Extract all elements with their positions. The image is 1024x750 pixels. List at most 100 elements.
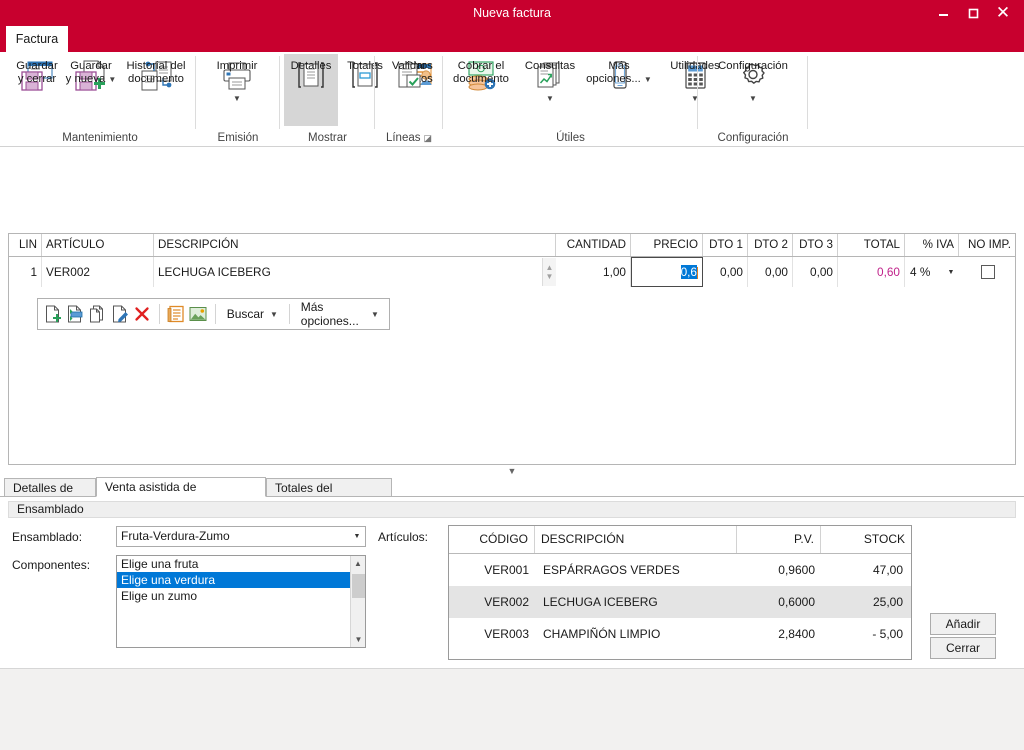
ribbon-button-detalles[interactable]: Detalles [284, 54, 338, 126]
copy-line-icon[interactable] [88, 301, 107, 327]
cell-descripcion[interactable]: LECHUGA ICEBERG [154, 257, 556, 287]
ribbon-button-consultas[interactable]: Consultas ▼ [519, 54, 581, 126]
cell-stock: 47,00 [872, 563, 903, 577]
ribbon-group-label: Configuración [717, 132, 789, 144]
chevron-up-icon[interactable]: ▲ [351, 556, 365, 571]
table-row[interactable]: VER001 ESPÁRRAGOS VERDES 0,9600 47,00 [449, 554, 911, 586]
chevron-down-icon[interactable]: ▼ [546, 272, 554, 281]
cell-stock: 25,00 [872, 595, 903, 609]
chevron-down-icon[interactable]: ▼ [749, 95, 757, 103]
cell-dto2[interactable]: 0,00 [748, 257, 793, 287]
cell-dto1[interactable]: 0,00 [703, 257, 748, 287]
table-row[interactable]: VER003 CHAMPIÑÓN LIMPIO 2,8400 - 5,00 [449, 618, 911, 650]
minimize-icon[interactable] [928, 0, 958, 26]
column-header-pv[interactable]: P.V. [737, 526, 821, 553]
column-header-total[interactable]: TOTAL [838, 234, 905, 256]
cell-stock: - 5,00 [872, 627, 903, 641]
header-form: Serie / Número: 1 ▼ 0 Fecha: ▼ 09:55 Su … [0, 148, 1024, 373]
cell-iva-value: 4 % [910, 265, 931, 279]
maximize-icon[interactable] [958, 0, 988, 26]
cell-cantidad[interactable]: 1,00 [556, 257, 631, 287]
scrollbar-vertical[interactable]: ▲ ▼ [350, 556, 365, 647]
quantity-stepper[interactable]: ▲ ▼ [542, 258, 556, 286]
cell-articulo[interactable]: VER002 [42, 257, 154, 287]
list-item[interactable]: Elige una verdura [117, 572, 365, 588]
edit-line-icon[interactable] [110, 301, 129, 327]
ribbon-button-label: Cobrar el documento [453, 60, 509, 85]
close-icon[interactable]: ✕ [988, 0, 1018, 26]
delete-line-icon[interactable] [133, 301, 152, 327]
column-header-dto3[interactable]: DTO 3 [793, 234, 838, 256]
column-header-lin[interactable]: LIN [9, 234, 42, 256]
lines-grid-header: LIN ARTÍCULO DESCRIPCIÓN CANTIDAD PRECIO… [9, 234, 1015, 257]
ribbon-group-lineas: Validar Líneas ◪ [375, 52, 443, 147]
ribbon-button-guardar-y-cerrar[interactable]: Guardar y cerrar [10, 54, 64, 126]
image-icon[interactable] [189, 301, 208, 327]
cell-total: 0,60 [838, 257, 905, 287]
tab-venta-asistida-de-ensamblados[interactable]: Venta asistida de ensamblados [96, 477, 266, 513]
mas-opciones-button[interactable]: Más opciones... ▼ [297, 300, 383, 328]
insert-line-icon[interactable] [66, 301, 85, 327]
cell-precio-editor[interactable]: 0,6 [631, 257, 703, 287]
list-item[interactable]: Elige un zumo [117, 588, 365, 604]
chevron-down-icon[interactable]: ▼ [233, 95, 241, 103]
new-line-icon[interactable] [44, 301, 63, 327]
tab-totales-del-documento[interactable]: Totales del documento [266, 478, 392, 513]
chevron-down-icon[interactable]: ▼ [944, 258, 958, 286]
scrollbar-thumb[interactable] [352, 574, 365, 598]
lines-grid: LIN ARTÍCULO DESCRIPCIÓN CANTIDAD PRECIO… [8, 233, 1016, 465]
chevron-down-icon[interactable]: ▼ [270, 310, 278, 319]
cell-iva-combo[interactable]: 4 % ▼ [906, 258, 960, 286]
text-caret [697, 266, 698, 279]
cell-pv: 0,6000 [778, 595, 815, 609]
divider [158, 304, 160, 324]
ribbon-group-label: Líneas ◪ [375, 132, 443, 144]
table-row[interactable]: 1 VER002 LECHUGA ICEBERG ▲ ▼ 1,00 0,6 0,… [9, 257, 1015, 287]
column-header-codigo[interactable]: CÓDIGO [449, 526, 535, 553]
column-header-no-imp[interactable]: NO IMP. [959, 234, 1015, 256]
ribbon-button-validar[interactable]: Validar [378, 54, 440, 126]
column-header-dto1[interactable]: DTO 1 [703, 234, 748, 256]
column-header-stock[interactable]: STOCK [821, 526, 911, 553]
cell-no-imp[interactable] [960, 257, 1015, 287]
chevron-up-icon[interactable]: ▲ [546, 263, 554, 272]
ribbon-button-imprimir[interactable]: Imprimir ▼ [206, 54, 268, 126]
anadir-button[interactable]: Añadir [930, 613, 996, 635]
cell-dto3[interactable]: 0,00 [793, 257, 838, 287]
chevron-down-icon[interactable]: ▼ [546, 95, 554, 103]
ribbon-button-historial-del-documento[interactable]: Historial del documento [118, 54, 194, 126]
tab-detalles-de-linea[interactable]: Detalles de línea [4, 478, 96, 513]
buscar-button[interactable]: Buscar ▼ [223, 307, 282, 321]
ensamblado-combo[interactable]: Fruta-Verdura-Zumo ▼ [116, 526, 366, 547]
componentes-listbox[interactable]: Elige una fruta Elige una verdura Elige … [116, 555, 366, 648]
column-header-precio[interactable]: PRECIO [631, 234, 703, 256]
cerrar-button[interactable]: Cerrar [930, 637, 996, 659]
column-header-descripcion[interactable]: DESCRIPCIÓN [535, 526, 737, 553]
chevron-down-icon[interactable]: ▼ [351, 632, 366, 647]
chevron-down-icon[interactable]: ▼ [644, 75, 652, 84]
ribbon-button-guardar-y-nueva[interactable]: Guardar y nueva ▼ [64, 54, 118, 126]
ribbon-button-mas-opciones[interactable]: Más opciones... ▼ [581, 54, 657, 126]
collapse-panel-arrow[interactable]: ▼ [0, 465, 1024, 477]
title-bar: Nueva factura ✕ [0, 0, 1024, 26]
tab-factura[interactable]: Factura [6, 26, 68, 52]
column-header-articulo[interactable]: ARTÍCULO [42, 234, 154, 256]
ribbon-button-configuracion[interactable]: Configuración ▼ [715, 54, 791, 126]
column-header-dto2[interactable]: DTO 2 [748, 234, 793, 256]
ribbon-group-label: Emisión [217, 132, 259, 144]
ribbon-button-cobrar-el-documento[interactable]: Cobrar el documento [443, 54, 519, 126]
no-imp-checkbox[interactable] [980, 265, 995, 279]
chevron-down-icon[interactable]: ▼ [108, 75, 116, 84]
cell-codigo: VER001 [484, 563, 529, 577]
column-header-descripcion[interactable]: DESCRIPCIÓN [154, 234, 556, 256]
column-header-cantidad[interactable]: CANTIDAD [556, 234, 631, 256]
list-item[interactable]: Elige una fruta [117, 556, 365, 572]
ribbon-group-mostrar: Detalles Totales Otros Mostrar [280, 52, 433, 147]
notes-icon[interactable] [167, 301, 186, 327]
dialog-launcher-icon[interactable]: ◪ [424, 133, 433, 143]
buscar-label: Buscar [226, 307, 265, 321]
table-row[interactable]: VER002 LECHUGA ICEBERG 0,6000 25,00 [449, 586, 911, 618]
chevron-down-icon[interactable]: ▼ [349, 527, 365, 546]
chevron-down-icon[interactable]: ▼ [371, 310, 379, 319]
column-header-iva[interactable]: % IVA [905, 234, 959, 256]
